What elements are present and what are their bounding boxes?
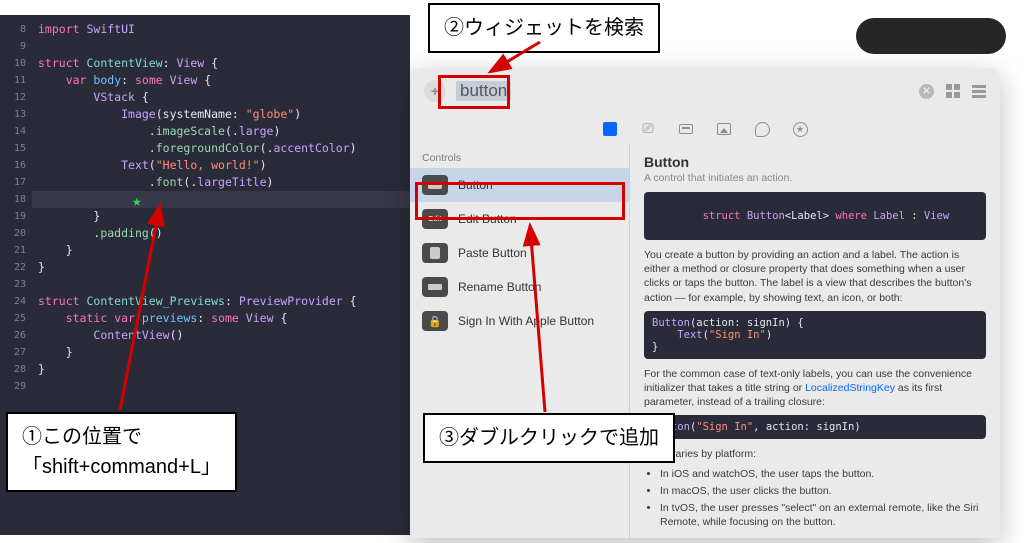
code-line[interactable] bbox=[38, 378, 410, 395]
doc-bullet: In tvOS, the user presses "select" on an… bbox=[660, 501, 986, 530]
code-line[interactable]: ContentView() bbox=[38, 327, 410, 344]
code-line[interactable]: .foregroundColor(.accentColor) bbox=[38, 140, 410, 157]
line-number: 29 bbox=[0, 378, 26, 395]
section-header: Controls bbox=[410, 146, 629, 168]
line-number: 13 bbox=[0, 106, 26, 123]
device-notch-hint bbox=[856, 18, 1006, 54]
library-item-glyph bbox=[422, 277, 448, 297]
code-line[interactable] bbox=[38, 276, 410, 293]
highlight-search-field bbox=[438, 75, 510, 109]
line-number: 9 bbox=[0, 38, 26, 55]
line-number: 21 bbox=[0, 242, 26, 259]
doc-bullet: In iOS and watchOS, the user taps the bu… bbox=[660, 467, 986, 482]
library-item-label: Paste Button bbox=[458, 246, 527, 260]
code-line[interactable]: VStack { bbox=[38, 89, 410, 106]
doc-code-example-1: Button(action: signIn) { Text("Sign In")… bbox=[644, 311, 986, 359]
tab-favorites[interactable]: ★ bbox=[790, 119, 810, 139]
line-number: 26 bbox=[0, 327, 26, 344]
library-item[interactable]: 🔒 Sign In With Apple Button bbox=[410, 304, 629, 338]
doc-paragraph: You create a button by providing an acti… bbox=[644, 248, 986, 305]
line-number: 16 bbox=[0, 157, 26, 174]
library-item-glyph bbox=[422, 243, 448, 263]
code-line[interactable]: import SwiftUI bbox=[38, 21, 410, 38]
line-number: 11 bbox=[0, 72, 26, 89]
code-line[interactable]: Text("Hello, world!") bbox=[38, 157, 410, 174]
line-number: 8 bbox=[0, 21, 26, 38]
line-number: 23 bbox=[0, 276, 26, 293]
code-line[interactable]: static var previews: some View { bbox=[38, 310, 410, 327]
tab-views[interactable] bbox=[600, 119, 620, 139]
code-line[interactable]: } bbox=[38, 361, 410, 378]
line-number: 14 bbox=[0, 123, 26, 140]
line-number: 28 bbox=[0, 361, 26, 378]
grid-view-icon[interactable] bbox=[946, 84, 960, 98]
insertion-point-marker: ★ bbox=[132, 193, 142, 209]
line-number: 22 bbox=[0, 259, 26, 276]
tab-colors[interactable] bbox=[752, 119, 772, 139]
library-category-tabs: ★ bbox=[410, 114, 1000, 144]
line-number: 10 bbox=[0, 55, 26, 72]
library-doc-pane: Button A control that initiates an actio… bbox=[630, 144, 1000, 538]
code-line[interactable] bbox=[32, 191, 410, 208]
library-item[interactable]: Rename Button bbox=[410, 270, 629, 304]
code-line[interactable]: } bbox=[38, 259, 410, 276]
line-number: 17 bbox=[0, 174, 26, 191]
object-library-panel: + button ✕ ★ Controls ButtonEditEdit But… bbox=[410, 68, 1000, 538]
annotation-1: ①この位置で 「shift+command+L」 bbox=[6, 412, 237, 492]
line-number: 19 bbox=[0, 208, 26, 225]
library-item-label: Sign In With Apple Button bbox=[458, 314, 594, 328]
code-line[interactable]: struct ContentView: View { bbox=[38, 55, 410, 72]
line-number: 25 bbox=[0, 310, 26, 327]
annotation-3: ③ダブルクリックで追加 bbox=[423, 413, 675, 463]
doc-title: Button bbox=[644, 154, 986, 170]
doc-code-example-2: Button("Sign In", action: signIn) bbox=[644, 415, 986, 439]
tab-media[interactable] bbox=[714, 119, 734, 139]
library-item[interactable]: Paste Button bbox=[410, 236, 629, 270]
line-number: 18 bbox=[0, 191, 26, 208]
line-number: 24 bbox=[0, 293, 26, 310]
tab-modifiers[interactable] bbox=[638, 119, 658, 139]
line-number: 20 bbox=[0, 225, 26, 242]
doc-paragraph-partial: utton varies by platform: bbox=[644, 447, 986, 461]
doc-bullet: In macOS, the user clicks the button. bbox=[660, 484, 986, 499]
clear-search-icon[interactable]: ✕ bbox=[919, 84, 934, 99]
list-view-icon[interactable] bbox=[972, 85, 986, 98]
code-line[interactable]: .font(.largeTitle) bbox=[38, 174, 410, 191]
code-line[interactable]: var body: some View { bbox=[38, 72, 410, 89]
code-line[interactable]: } bbox=[38, 208, 410, 225]
doc-paragraph: The appearance of the button depends on … bbox=[644, 536, 986, 538]
library-item-label: Rename Button bbox=[458, 280, 541, 294]
doc-bullet-list: In iOS and watchOS, the user taps the bu… bbox=[644, 467, 986, 530]
code-line[interactable]: } bbox=[38, 242, 410, 259]
code-line[interactable]: Image(systemName: "globe") bbox=[38, 106, 410, 123]
line-number: 15 bbox=[0, 140, 26, 157]
line-number: 12 bbox=[0, 89, 26, 106]
library-item-glyph: 🔒 bbox=[422, 311, 448, 331]
doc-link[interactable]: LocalizedStringKey bbox=[805, 382, 895, 394]
doc-signature: struct Button<Label> where Label : View bbox=[644, 192, 986, 240]
code-line[interactable]: } bbox=[38, 344, 410, 361]
code-line[interactable]: struct ContentView_Previews: PreviewProv… bbox=[38, 293, 410, 310]
highlight-button-row bbox=[415, 182, 625, 220]
annotation-2: ②ウィジェットを検索 bbox=[428, 3, 660, 53]
code-line[interactable]: .imageScale(.large) bbox=[38, 123, 410, 140]
code-line[interactable]: .padding() bbox=[38, 225, 410, 242]
code-line[interactable] bbox=[38, 38, 410, 55]
doc-paragraph: For the common case of text-only labels,… bbox=[644, 367, 986, 410]
doc-subtitle: A control that initiates an action. bbox=[644, 172, 986, 184]
line-number: 27 bbox=[0, 344, 26, 361]
tab-snippets[interactable] bbox=[676, 119, 696, 139]
